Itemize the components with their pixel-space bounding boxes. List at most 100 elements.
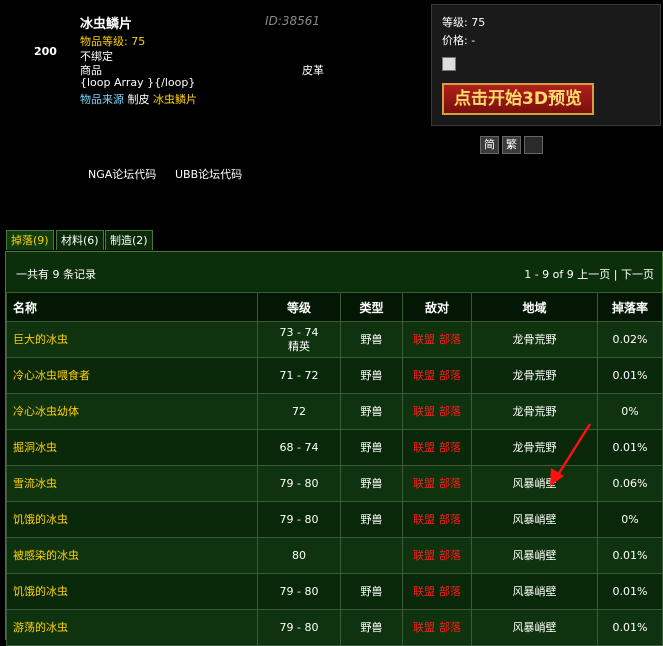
row-level: 68 - 74: [257, 429, 341, 466]
row-type: 野兽: [340, 609, 403, 646]
table-row: 饥饿的冰虫 79 - 80 野兽 联盟 部落 风暴峭壁 0%: [6, 501, 663, 538]
preview-price: 价格: -: [442, 34, 476, 47]
row-name-link[interactable]: 雪流冰虫: [6, 465, 258, 502]
traditional-chinese-button[interactable]: 繁: [502, 136, 521, 154]
col-type[interactable]: 类型: [340, 292, 403, 322]
col-zone[interactable]: 地域: [471, 292, 598, 322]
row-type: 野兽: [340, 501, 403, 538]
row-faction-horde: 部落: [439, 512, 461, 526]
row-name-link[interactable]: 饥饿的冰虫: [6, 573, 258, 610]
row-name-link[interactable]: 被感染的冰虫: [6, 537, 258, 574]
item-id: ID:38561: [265, 14, 320, 28]
row-faction-alliance: 联盟: [413, 620, 435, 634]
row-type: 野兽: [340, 573, 403, 610]
ubb-code-link[interactable]: UBB论坛代码: [175, 166, 242, 182]
table-row: 游荡的冰虫 79 - 80 野兽 联盟 部落 风暴峭壁 0.01%: [6, 609, 663, 646]
pager: 1 - 9 of 9 上一页 | 下一页: [524, 266, 654, 282]
pager-range: 1 - 9 of 9: [524, 268, 574, 281]
col-drop-rate[interactable]: 掉落率: [597, 292, 663, 322]
row-hostile: 联盟 部落: [402, 609, 472, 646]
row-level-range: 80: [292, 548, 306, 562]
col-level[interactable]: 等级: [257, 292, 341, 322]
row-hostile: 联盟 部落: [402, 465, 472, 502]
row-name-link[interactable]: 冷心冰虫幼体: [6, 393, 258, 430]
tab-drops[interactable]: 掉落(9): [6, 230, 54, 250]
table-header: 名称 等级 类型 敌对 地域 掉落率: [6, 292, 663, 322]
row-zone[interactable]: 风暴峭壁: [471, 573, 598, 610]
row-name-link[interactable]: 掘洞冰虫: [6, 429, 258, 466]
broken-image-icon: [442, 57, 456, 71]
row-drop-rate: 0.01%: [597, 537, 663, 574]
item-source: 物品来源 制皮 冰虫鳞片: [80, 91, 197, 107]
row-faction-alliance: 联盟: [413, 548, 435, 562]
records-summary: 一共有 9 条记录: [16, 268, 96, 281]
row-faction-alliance: 联盟: [413, 512, 435, 526]
row-zone[interactable]: 风暴峭壁: [471, 501, 598, 538]
row-hostile: 联盟 部落: [402, 501, 472, 538]
row-type: 野兽: [340, 429, 403, 466]
row-faction-alliance: 联盟: [413, 476, 435, 490]
col-name[interactable]: 名称: [6, 292, 258, 322]
item-source-label: 物品来源: [80, 93, 124, 106]
row-faction-alliance: 联盟: [413, 584, 435, 598]
row-type: 野兽: [340, 357, 403, 394]
row-level: 80: [257, 537, 341, 574]
row-level-range: 79 - 80: [279, 620, 319, 634]
row-type: [340, 537, 403, 574]
row-name-link[interactable]: 饥饿的冰虫: [6, 501, 258, 538]
row-level: 71 - 72: [257, 357, 341, 394]
row-name-link[interactable]: 巨大的冰虫: [6, 321, 258, 358]
row-drop-rate: 0.01%: [597, 573, 663, 610]
row-level-range: 79 - 80: [279, 584, 319, 598]
row-faction-alliance: 联盟: [413, 368, 435, 382]
row-faction-horde: 部落: [439, 404, 461, 418]
row-hostile: 联盟 部落: [402, 537, 472, 574]
row-faction-horde: 部落: [439, 332, 461, 346]
row-drop-rate: 0.02%: [597, 321, 663, 358]
item-name: 冰虫鳞片: [80, 17, 133, 32]
pager-separator: |: [613, 268, 618, 281]
start-3d-preview-button[interactable]: 点击开始3D预览: [442, 83, 594, 115]
row-faction-horde: 部落: [439, 368, 461, 382]
row-faction-horde: 部落: [439, 476, 461, 490]
row-type: 野兽: [340, 393, 403, 430]
row-zone[interactable]: 风暴峭壁: [471, 537, 598, 574]
simplified-chinese-button[interactable]: 简: [480, 136, 499, 154]
tab-crafting[interactable]: 制造(2): [105, 230, 153, 250]
row-zone[interactable]: 龙骨荒野: [471, 357, 598, 394]
table-row: 巨大的冰虫 73 - 74 精英 野兽 联盟 部落 龙骨荒野 0.02%: [6, 321, 663, 358]
red-arrow-annotation-icon: [550, 423, 592, 486]
language-blank-button[interactable]: [524, 136, 543, 154]
row-level: 73 - 74 精英: [257, 321, 341, 358]
item-source-item[interactable]: 冰虫鳞片: [153, 93, 197, 106]
row-faction-horde: 部落: [439, 440, 461, 454]
row-level-range: 71 - 72: [279, 368, 319, 382]
row-faction-horde: 部落: [439, 584, 461, 598]
row-zone[interactable]: 风暴峭壁: [471, 609, 598, 646]
row-level-rank: 精英: [288, 339, 310, 353]
row-drop-rate: 0.01%: [597, 609, 663, 646]
row-faction-alliance: 联盟: [413, 332, 435, 346]
item-level: 物品等级: 75: [80, 35, 146, 48]
row-type: 野兽: [340, 465, 403, 502]
table-row: 饥饿的冰虫 79 - 80 野兽 联盟 部落 风暴峭壁 0.01%: [6, 573, 663, 610]
row-level: 79 - 80: [257, 573, 341, 610]
nga-code-link[interactable]: NGA论坛代码: [88, 166, 156, 182]
col-hostile[interactable]: 敌对: [402, 292, 472, 322]
row-type: 野兽: [340, 321, 403, 358]
row-name-link[interactable]: 冷心冰虫喂食者: [6, 357, 258, 394]
tab-materials[interactable]: 材料(6): [56, 230, 104, 250]
pager-next[interactable]: 下一页: [621, 268, 654, 281]
table-row: 被感染的冰虫 80 联盟 部落 风暴峭壁 0.01%: [6, 537, 663, 574]
row-drop-rate: 0.01%: [597, 357, 663, 394]
item-type: 皮革: [302, 64, 324, 77]
row-level-range: 79 - 80: [279, 476, 319, 490]
pager-prev[interactable]: 上一页: [577, 268, 610, 281]
row-hostile: 联盟 部落: [402, 393, 472, 430]
row-hostile: 联盟 部落: [402, 321, 472, 358]
row-hostile: 联盟 部落: [402, 357, 472, 394]
row-zone[interactable]: 龙骨荒野: [471, 321, 598, 358]
row-level: 79 - 80: [257, 609, 341, 646]
row-name-link[interactable]: 游荡的冰虫: [6, 609, 258, 646]
row-faction-horde: 部落: [439, 620, 461, 634]
